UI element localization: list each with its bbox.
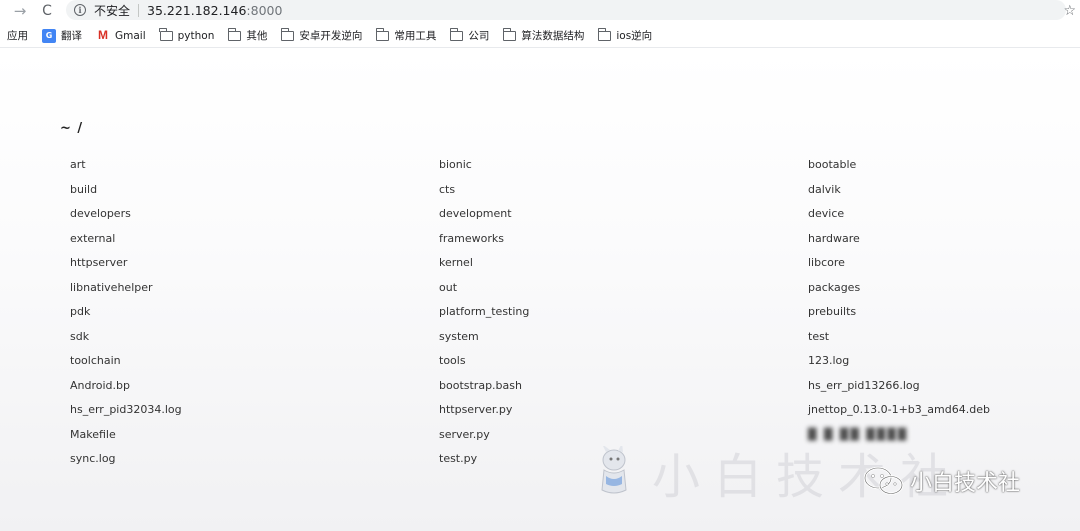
bookmark-label: python [177,29,215,42]
file-link[interactable]: platform_testing [439,300,808,325]
folder-icon [376,27,390,41]
file-link[interactable]: httpserver.py [439,398,808,423]
bookmark-item[interactable]: 应用 [7,24,28,48]
folder-icon [228,27,242,41]
folder-icon [503,27,517,41]
bookmark-item[interactable]: ios逆向 [598,24,652,48]
file-link[interactable]: kernel [439,251,808,276]
file-link[interactable]: toolchain [70,349,439,374]
bookmark-label: 翻译 [61,30,82,42]
file-link[interactable]: system [439,325,808,350]
file-link[interactable]: art [70,153,439,178]
url-port: :8000 [246,2,283,18]
bookmark-label: 算法数据结构 [521,30,585,42]
folder-icon [281,27,295,41]
bookmark-item[interactable]: M Gmail [96,24,146,48]
bookmark-item[interactable]: 安卓开发逆向 [281,24,362,48]
bookmark-item[interactable]: 公司 [450,24,489,48]
folder-icon [598,27,612,41]
file-link[interactable]: device [808,202,1070,227]
insecure-label: 不安全 [94,3,131,18]
file-link[interactable]: external [70,227,439,252]
url-omnibox[interactable]: i 不安全 35.221.182.146:8000 [66,0,1066,20]
bookmark-item[interactable]: 常用工具 [376,24,436,48]
file-link[interactable]: libcore [808,251,1070,276]
folder-icon [159,27,173,41]
file-link[interactable]: packages [808,276,1070,301]
bookmark-item[interactable]: 其他 [228,24,267,48]
directory-listing-page: ~ / art bionic bootable build cts dalvik devel… [0,49,1080,531]
file-link[interactable]: hardware [808,227,1070,252]
file-link[interactable]: bootstrap.bash [439,374,808,399]
file-link[interactable]: Android.bp [70,374,439,399]
mascot-watermark-icon [601,446,627,494]
info-icon[interactable]: i [74,4,86,16]
file-link[interactable]: Makefile [70,423,439,448]
file-link[interactable]: 123.log [808,349,1070,374]
file-link[interactable]: pdk [70,300,439,325]
bookmark-label: ios逆向 [616,30,653,42]
forward-icon[interactable]: → [10,0,30,22]
watermark-small: 小白技术社 [862,465,1020,497]
file-link[interactable]: tools [439,349,808,374]
bookmark-item[interactable]: G 翻译 [42,24,82,48]
file-link[interactable]: hs_err_pid32034.log [70,398,439,423]
reload-icon[interactable]: C [37,0,57,22]
bookmark-label: 安卓开发逆向 [299,30,363,42]
bookmarks-bar: 应用 G 翻译 M Gmail python 其他 安卓开发逆向 常用工具 公司 算法数据结构 ios… [0,24,1080,48]
file-link[interactable]: development [439,202,808,227]
gmail-icon: M [98,28,108,42]
file-link[interactable]: bootable [808,153,1070,178]
translate-icon: G [42,28,56,43]
bookmark-label: 其他 [246,30,268,42]
file-link[interactable]: developers [70,202,439,227]
bookmark-label: 应用 [7,30,28,42]
bookmark-item[interactable]: 算法数据结构 [503,24,584,48]
file-link[interactable]: sdk [70,325,439,350]
file-link[interactable]: frameworks [439,227,808,252]
bookmark-label: 常用工具 [394,30,437,42]
bookmark-item[interactable]: python [159,24,215,48]
file-link[interactable]: sync.log [70,447,439,472]
page-title: ~ / [60,121,84,136]
file-link[interactable]: out [439,276,808,301]
file-link[interactable]: jnettop_0.13.0-1+b3_amd64.deb [808,398,1070,423]
watermark-small-text: 小白技术社 [910,471,1021,496]
file-link[interactable]: hs_err_pid13266.log [808,374,1070,399]
file-link[interactable]: httpserver [70,251,439,276]
url-separator [138,3,140,17]
file-link[interactable]: libnativehelper [70,276,439,301]
file-link[interactable]: prebuilts [808,300,1070,325]
file-link[interactable]: dalvik [808,178,1070,203]
file-listing: art bionic bootable build cts dalvik developer… [70,153,1070,472]
bookmark-star-icon[interactable]: ☆ [1063,0,1076,22]
file-link[interactable]: build [70,178,439,203]
bookmark-label: Gmail [115,29,146,42]
bookmark-label: 公司 [468,30,490,42]
wechat-icon [863,466,904,495]
file-link[interactable]: bionic [439,153,808,178]
address-bar-row: → C i 不安全 35.221.182.146:8000 ☆ [0,0,1080,22]
folder-icon [450,27,464,41]
file-link[interactable]: test [808,325,1070,350]
url-host: 35.221.182.146 [147,2,247,18]
file-link[interactable]: cts [439,178,808,203]
